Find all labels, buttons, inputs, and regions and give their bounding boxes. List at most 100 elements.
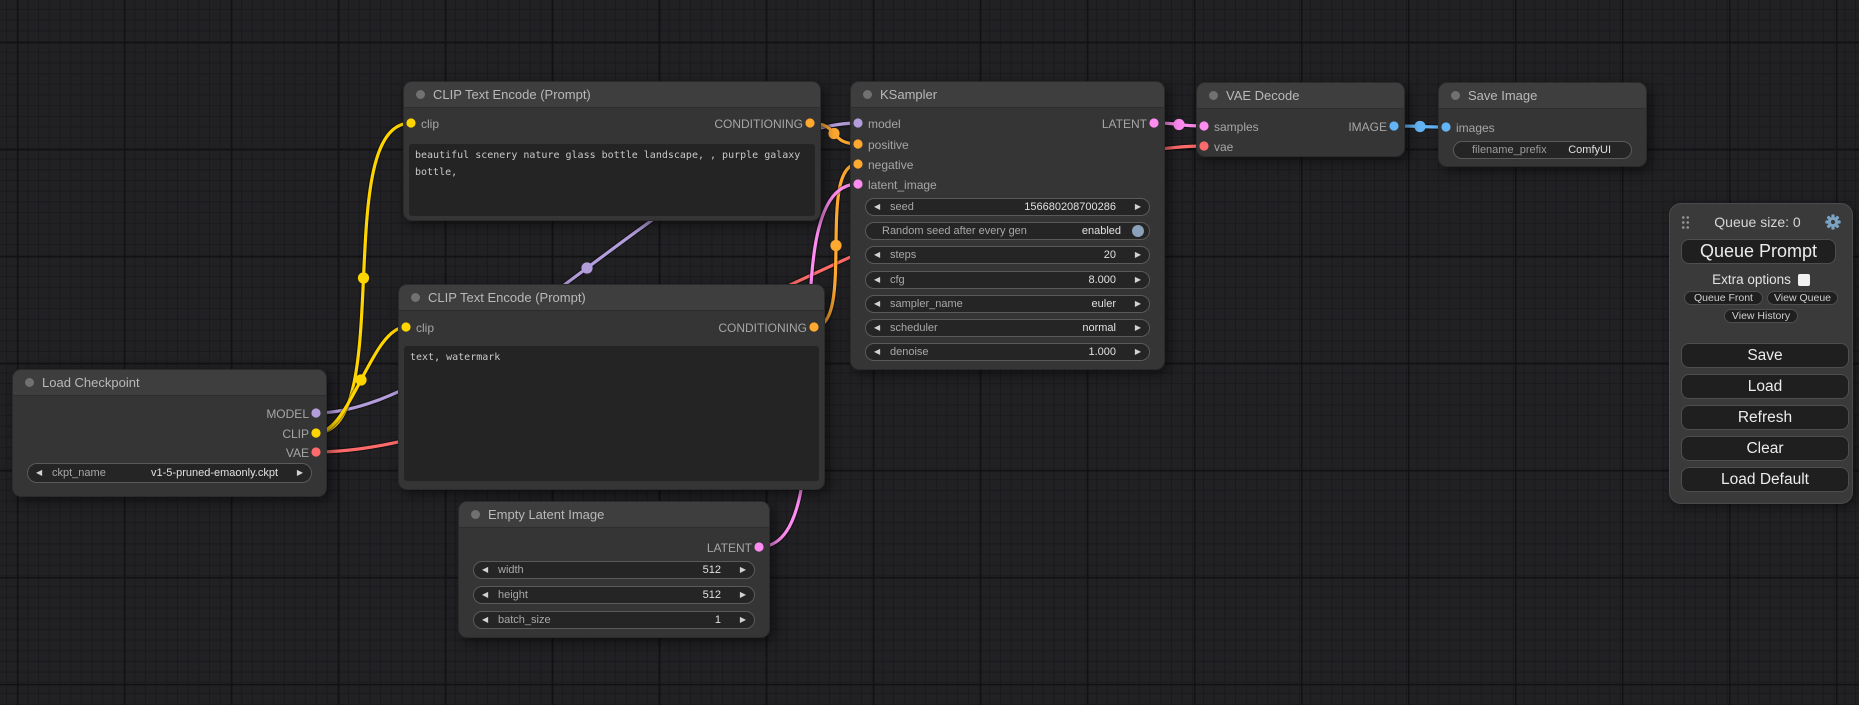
extra-options-label: Extra options (1712, 272, 1791, 287)
increment-arrow-icon[interactable]: ▶ (297, 469, 303, 477)
queue-panel: Queue size: 0 Queue Prompt Extra options (1669, 203, 1853, 504)
decrement-arrow-icon[interactable]: ◀ (482, 616, 488, 624)
input-slot-label-model: model (868, 116, 901, 132)
increment-arrow-icon[interactable]: ▶ (1135, 324, 1141, 332)
node-collapse-dot-icon[interactable] (411, 293, 420, 302)
widget-cfg[interactable]: ◀cfg8.000▶ (865, 271, 1150, 289)
load-button[interactable]: Load (1681, 374, 1849, 399)
node-title-bar[interactable]: KSampler (851, 82, 1164, 108)
node-collapse-dot-icon[interactable] (1209, 91, 1218, 100)
link-clip-load-checkpoint-to-clip-text-encode-negative-shadow (316, 327, 406, 433)
widget-Random seed after every gen[interactable]: Random seed after every genenabled (865, 222, 1150, 240)
prompt-textarea[interactable]: text, watermark (404, 346, 819, 481)
link-clip-load-checkpoint-to-clip-text-encode-positive-midpoint-dot (358, 272, 369, 283)
save-button[interactable]: Save (1681, 343, 1849, 368)
widget-filename_prefix[interactable]: filename_prefixComfyUI (1453, 141, 1632, 159)
increment-arrow-icon[interactable]: ▶ (1135, 203, 1141, 211)
graph-canvas[interactable]: Load CheckpointMODELCLIPVAE◀ckpt_namev1-… (0, 0, 1859, 705)
widget-sampler_name[interactable]: ◀sampler_nameeuler▶ (865, 295, 1150, 313)
widget-width[interactable]: ◀width512▶ (473, 561, 755, 579)
widget-ckpt_name[interactable]: ◀ckpt_namev1-5-pruned-emaonly.ckpt▶ (27, 463, 312, 483)
view-queue-button[interactable]: View Queue (1767, 291, 1838, 305)
node-collapse-dot-icon[interactable] (471, 510, 480, 519)
widget-label: denoise (890, 346, 929, 358)
decrement-arrow-icon[interactable]: ◀ (36, 469, 42, 477)
node-ksampler[interactable]: KSamplermodelpositivenegativelatent_imag… (850, 81, 1165, 370)
link-model-load-checkpoint-to-ksampler-midpoint-dot (581, 262, 592, 273)
widget-label: batch_size (498, 614, 551, 626)
widget-batch_size[interactable]: ◀batch_size1▶ (473, 611, 755, 629)
widget-steps[interactable]: ◀steps20▶ (865, 246, 1150, 264)
decrement-arrow-icon[interactable]: ◀ (874, 251, 880, 259)
node-title: CLIP Text Encode (Prompt) (428, 290, 586, 305)
widget-value: ComfyUI (1568, 144, 1611, 156)
node-title-bar[interactable]: CLIP Text Encode (Prompt) (399, 285, 824, 311)
queue-front-button[interactable]: Queue Front (1684, 291, 1763, 305)
output-slot-label-IMAGE: IMAGE (1348, 119, 1387, 135)
node-empty-latent-image[interactable]: Empty Latent ImageLATENT◀width512▶◀heigh… (458, 501, 770, 638)
node-title: CLIP Text Encode (Prompt) (433, 87, 591, 102)
node-save-image[interactable]: Save Imageimagesfilename_prefixComfyUI (1438, 82, 1647, 167)
decrement-arrow-icon[interactable]: ◀ (874, 324, 880, 332)
node-collapse-dot-icon[interactable] (1451, 91, 1460, 100)
queue-prompt-button[interactable]: Queue Prompt (1681, 239, 1836, 264)
increment-arrow-icon[interactable]: ▶ (1135, 251, 1141, 259)
node-title-bar[interactable]: VAE Decode (1197, 83, 1404, 109)
decrement-arrow-icon[interactable]: ◀ (874, 348, 880, 356)
increment-arrow-icon[interactable]: ▶ (740, 566, 746, 574)
widget-value: enabled (1082, 225, 1121, 237)
decrement-arrow-icon[interactable]: ◀ (482, 566, 488, 574)
node-collapse-dot-icon[interactable] (863, 90, 872, 99)
extra-options-checkbox[interactable] (1798, 274, 1810, 286)
widget-label: scheduler (890, 322, 938, 334)
input-slot-label-negative: negative (868, 157, 913, 173)
drag-handle-icon[interactable] (1681, 215, 1690, 229)
node-collapse-dot-icon[interactable] (416, 90, 425, 99)
output-slot-label-LATENT: LATENT (707, 540, 752, 556)
node-clip-text-encode-positive[interactable]: CLIP Text Encode (Prompt) clip CONDITIONIN… (403, 81, 821, 221)
view-history-button[interactable]: View History (1724, 309, 1798, 323)
widget-value: 512 (703, 589, 721, 601)
refresh-button[interactable]: Refresh (1681, 405, 1849, 430)
node-title-bar[interactable]: Load Checkpoint (13, 370, 326, 396)
load-default-button[interactable]: Load Default (1681, 467, 1849, 492)
node-title-bar[interactable]: Save Image (1439, 83, 1646, 109)
increment-arrow-icon[interactable]: ▶ (1135, 300, 1141, 308)
node-vae-decode[interactable]: VAE DecodesamplesvaeIMAGE (1196, 82, 1405, 157)
node-title: Load Checkpoint (42, 375, 140, 390)
widget-label: sampler_name (890, 298, 963, 310)
increment-arrow-icon[interactable]: ▶ (1135, 276, 1141, 284)
widget-seed[interactable]: ◀seed156680208700286▶ (865, 198, 1150, 216)
toggle-dot-icon[interactable] (1132, 225, 1144, 237)
node-title: KSampler (880, 87, 937, 102)
decrement-arrow-icon[interactable]: ◀ (874, 203, 880, 211)
increment-arrow-icon[interactable]: ▶ (740, 616, 746, 624)
link-image-vae-decode-to-save-image-midpoint-dot (1414, 121, 1425, 132)
widget-label: cfg (890, 274, 905, 286)
node-collapse-dot-icon[interactable] (25, 378, 34, 387)
widget-denoise[interactable]: ◀denoise1.000▶ (865, 343, 1150, 361)
prompt-textarea[interactable]: beautiful scenery nature glass bottle la… (409, 144, 815, 216)
increment-arrow-icon[interactable]: ▶ (1135, 348, 1141, 356)
output-slot-label-LATENT: LATENT (1102, 116, 1147, 132)
link-conditioning-clip-text-encode-negative-to-ksampler-midpoint-dot (830, 240, 841, 251)
node-title-bar[interactable]: Empty Latent Image (459, 502, 769, 528)
decrement-arrow-icon[interactable]: ◀ (482, 591, 488, 599)
queue-size-label: Queue size: 0 (1690, 214, 1825, 230)
output-slot-label-MODEL: MODEL (266, 406, 309, 422)
clear-button[interactable]: Clear (1681, 436, 1849, 461)
widget-label: width (498, 564, 524, 576)
widget-label: seed (890, 201, 914, 213)
node-clip-text-encode-negative[interactable]: CLIP Text Encode (Prompt)clipCONDITIONIN… (398, 284, 825, 490)
widget-height[interactable]: ◀height512▶ (473, 586, 755, 604)
increment-arrow-icon[interactable]: ▶ (740, 591, 746, 599)
decrement-arrow-icon[interactable]: ◀ (874, 276, 880, 284)
input-slot-label-clip: clip (421, 116, 439, 132)
decrement-arrow-icon[interactable]: ◀ (874, 300, 880, 308)
node-title-bar[interactable]: CLIP Text Encode (Prompt) (404, 82, 820, 108)
widget-scheduler[interactable]: ◀schedulernormal▶ (865, 319, 1150, 337)
node-load-checkpoint[interactable]: Load CheckpointMODELCLIPVAE◀ckpt_namev1-… (12, 369, 327, 497)
output-slot-label-CONDITIONING: CONDITIONING (714, 116, 803, 132)
link-clip-load-checkpoint-to-clip-text-encode-negative-midpoint-dot (355, 374, 366, 385)
settings-gear-icon[interactable] (1825, 214, 1841, 230)
